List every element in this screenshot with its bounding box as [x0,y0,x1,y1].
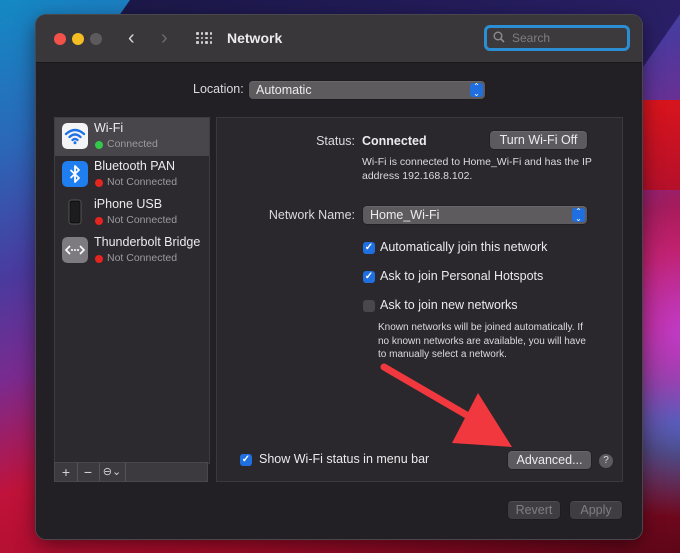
service-name: Wi-Fi [94,121,124,135]
network-preferences-window: ‹ › Network Search Location: Automatic ⌃… [36,15,642,539]
forward-chevron-icon[interactable]: › [161,27,168,50]
action-menu-button[interactable]: ⊖⌄ [99,463,126,481]
network-name-label: Network Name: [268,208,355,222]
location-popup[interactable]: Automatic ⌃ ⌄ [249,81,485,99]
show-wifi-status-checkbox[interactable]: ✓ [240,454,252,466]
search-field[interactable]: Search [484,25,630,51]
bluetooth-icon [62,161,88,187]
search-icon [493,31,505,43]
status-label: Status: [316,134,355,148]
wifi-icon [62,123,88,149]
service-name: iPhone USB [94,197,163,211]
service-status: Connected [107,138,158,150]
iphone-icon [68,199,82,225]
service-status: Not Connected [107,214,178,226]
turn-wifi-off-button[interactable]: Turn Wi-Fi Off [490,131,587,149]
join-help-text: Known networks will be joined automatica… [378,322,586,360]
location-label: Location: [193,82,244,96]
network-name-popup[interactable]: Home_Wi-Fi ⌃ ⌄ [363,206,587,224]
title-bar: ‹ › Network Search [36,15,642,63]
search-placeholder: Search [512,31,551,45]
thunderbolt-bridge-icon [62,237,88,263]
popup-arrows-icon: ⌃ ⌄ [470,83,483,98]
minimize-button[interactable] [72,33,84,45]
auto-join-label: Automatically join this network [380,240,548,254]
service-status: Not Connected [107,252,178,264]
help-button[interactable]: ? [599,454,613,468]
status-dot-red [95,179,103,187]
ask-new-networks-label: Ask to join new networks [380,298,518,312]
status-value: Connected [362,134,427,148]
advanced-button[interactable]: Advanced... [508,451,591,469]
show-wifi-status-label: Show Wi-Fi status in menu bar [259,452,430,466]
status-dot-red [95,255,103,263]
status-dot-green [95,141,103,149]
location-value: Automatic [256,83,312,97]
show-all-grid-icon[interactable] [196,32,212,46]
status-dot-red [95,217,103,225]
wifi-detail-pane: Status: Connected Turn Wi-Fi Off Wi-Fi i… [216,117,623,482]
apply-button[interactable]: Apply [570,501,622,519]
service-list-toolbar: + − ⊖⌄ [54,462,208,482]
service-item-thunderbolt-bridge[interactable]: Thunderbolt Bridge Not Connected [55,232,209,270]
service-name: Bluetooth PAN [94,159,176,173]
service-item-wifi[interactable]: Wi-Fi Connected [55,118,209,156]
close-button[interactable] [54,33,66,45]
ask-hotspots-label: Ask to join Personal Hotspots [380,269,544,283]
window-title: Network [227,30,283,46]
ask-new-networks-checkbox[interactable] [363,300,375,312]
auto-join-checkbox[interactable]: ✓ [363,242,375,254]
zoom-button[interactable] [90,33,102,45]
ask-hotspots-checkbox[interactable]: ✓ [363,271,375,283]
remove-service-button[interactable]: − [77,463,100,481]
status-description: Wi-Fi is connected to Home_Wi-Fi and has… [362,156,592,182]
revert-button[interactable]: Revert [508,501,560,519]
back-chevron-icon[interactable]: ‹ [128,27,135,50]
preferences-content: Location: Automatic ⌃⌄ Wi-Fi Connected [36,63,642,539]
add-service-button[interactable]: + [55,463,78,481]
popup-arrows-icon: ⌃ ⌄ [572,208,585,223]
service-item-bluetooth-pan[interactable]: Bluetooth PAN Not Connected [55,156,209,194]
network-name-value: Home_Wi-Fi [370,208,440,222]
service-name: Thunderbolt Bridge [94,235,201,249]
service-status: Not Connected [107,176,178,188]
service-list: Wi-Fi Connected Bluetooth PAN Not Connec… [54,117,210,464]
service-item-iphone-usb[interactable]: iPhone USB Not Connected [55,194,209,232]
